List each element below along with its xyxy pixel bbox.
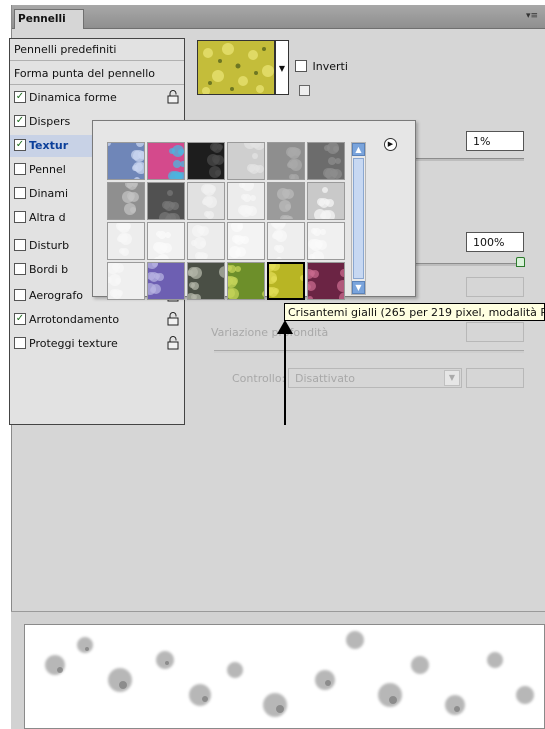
texture-swatch[interactable] (197, 40, 275, 95)
texture-swatch-white-4[interactable] (227, 222, 265, 260)
texture-swatch-white-5[interactable] (267, 222, 305, 260)
option-checkbox[interactable] (14, 163, 26, 175)
texture-swatch-crumpled[interactable] (307, 182, 345, 220)
texture-swatch-dark-grey[interactable] (307, 142, 345, 180)
picker-scrollbar[interactable]: ▲ ▼ (351, 142, 366, 295)
option-checkbox[interactable] (14, 263, 26, 275)
texture-dropdown-button[interactable]: ▼ (275, 40, 289, 95)
depth-variation-slider (214, 350, 524, 353)
control-dropdown: Disattivato ▼ (288, 368, 462, 388)
option-checkbox[interactable]: ✓ (14, 91, 26, 103)
list-item-label: Forma punta del pennello (14, 67, 156, 80)
texture-swatch-mid-grey[interactable] (267, 142, 305, 180)
invert-label: Inverti (312, 59, 348, 73)
option-checkbox[interactable]: ✓ (14, 139, 26, 151)
list-item[interactable]: ✓ Arrotondamento (10, 309, 184, 331)
list-item-label: Pennelli predefiniti (14, 43, 117, 56)
option-checkbox[interactable] (14, 337, 26, 349)
lock-icon[interactable] (167, 336, 179, 350)
list-item[interactable]: Proteggi texture (10, 333, 184, 355)
texture-swatch-grey-leaves[interactable] (187, 262, 225, 300)
chevron-down-icon: ▼ (444, 370, 460, 386)
list-item-label: Bordi b (29, 263, 69, 276)
list-item-label: Dispers (29, 115, 71, 128)
list-item[interactable]: Pennelli predefiniti (10, 39, 184, 61)
texture-picker-popup: ▲ ▼ ▶ (92, 120, 416, 300)
lock-icon[interactable] (167, 312, 179, 326)
panel-titlebar: Pennelli ▾≡ (12, 5, 545, 29)
list-item-label: Aerografo (29, 289, 83, 302)
list-item-label: Pennel (29, 163, 66, 176)
list-item-label: Textur (29, 139, 69, 152)
list-item[interactable]: ✓ Dinamica forme (10, 87, 184, 109)
texture-swatch-stone[interactable] (107, 182, 145, 220)
texture-swatch-charcoal[interactable] (147, 182, 185, 220)
texture-swatch-bubbles[interactable] (107, 142, 145, 180)
texture-swatch-yellow-chrysanthemums[interactable] (267, 262, 305, 300)
depth-variation-field (466, 322, 524, 342)
list-item-label: Dinamica forme (29, 91, 117, 104)
list-item-label: Altra d (29, 211, 66, 224)
texture-swatch-light-grey[interactable] (227, 142, 265, 180)
new-preset-icon[interactable] (299, 85, 310, 96)
depth-variation-label: Variazione profondità (211, 326, 329, 339)
texture-swatch-purple-flowers[interactable] (147, 262, 185, 300)
texture-swatch-white-7[interactable] (107, 262, 145, 300)
scale-field[interactable]: 1% (466, 131, 524, 151)
depth-slider[interactable] (416, 263, 524, 266)
depth-slider-thumb[interactable] (516, 257, 525, 267)
texture-swatch-white-1[interactable] (107, 222, 145, 260)
texture-swatch-red-flowers[interactable] (307, 262, 345, 300)
option-checkbox[interactable] (14, 187, 26, 199)
list-item-label: Dinami (29, 187, 69, 200)
brush-stroke-texture (45, 631, 534, 717)
annotation-arrow (277, 320, 293, 425)
tab-pennelli[interactable]: Pennelli (14, 9, 84, 29)
texture-swatch-white-3[interactable] (187, 222, 225, 260)
list-item-label: Disturb (29, 239, 70, 252)
texture-swatch-dark-metal[interactable] (187, 142, 225, 180)
texture-swatch-rainbow[interactable] (147, 142, 185, 180)
list-item[interactable]: Forma punta del pennello (10, 63, 184, 85)
option-checkbox[interactable]: ✓ (14, 313, 26, 325)
texture-tooltip: Crisantemi gialli (265 per 219 pixel, mo… (284, 303, 545, 321)
invert-option[interactable]: Inverti (295, 59, 348, 73)
scrollbar-thumb[interactable] (353, 158, 364, 279)
texture-swatch-green-leaves[interactable] (227, 262, 265, 300)
option-checkbox[interactable] (14, 211, 26, 223)
picker-menu-icon[interactable]: ▶ (384, 138, 397, 151)
option-checkbox[interactable] (14, 239, 26, 251)
texture-swatch-white-2[interactable] (147, 222, 185, 260)
min-depth-field (466, 277, 524, 297)
scale-slider[interactable] (416, 158, 524, 161)
scroll-down-icon[interactable]: ▼ (352, 281, 365, 294)
option-checkbox[interactable]: ✓ (14, 115, 26, 127)
control-dropdown-value: Disattivato (295, 372, 355, 385)
list-item-label: Proteggi texture (29, 337, 118, 350)
list-item-label: Arrotondamento (29, 313, 120, 326)
depth-field[interactable]: 100% (466, 232, 524, 252)
jitter-field (466, 368, 524, 388)
texture-grid (107, 142, 346, 301)
scroll-up-icon[interactable]: ▲ (352, 143, 365, 156)
panel-menu-icon[interactable]: ▾≡ (524, 11, 540, 21)
texture-swatch-paper-2[interactable] (227, 182, 265, 220)
texture-swatch-white-6[interactable] (307, 222, 345, 260)
texture-swatch-grey-mottled[interactable] (267, 182, 305, 220)
option-checkbox[interactable] (14, 289, 26, 301)
lock-icon[interactable] (167, 90, 179, 104)
brush-stroke-preview (24, 624, 545, 729)
invert-checkbox[interactable] (295, 60, 307, 72)
texture-swatch-pattern (198, 41, 274, 94)
texture-swatch-paper-1[interactable] (187, 182, 225, 220)
